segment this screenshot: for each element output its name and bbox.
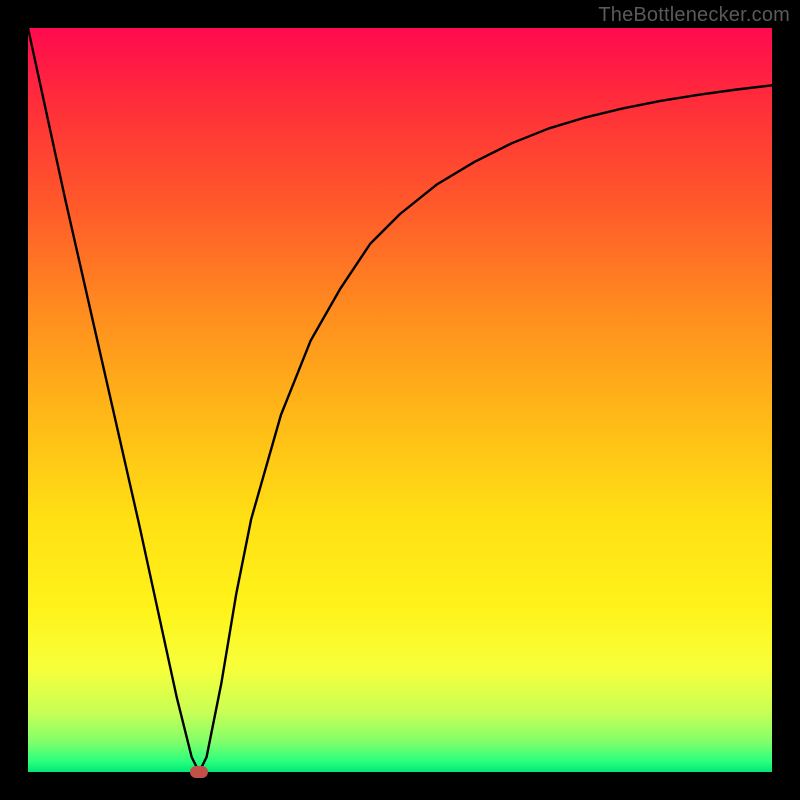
bottleneck-curve <box>28 28 772 772</box>
plot-area <box>28 28 772 772</box>
attribution-text: TheBottlenecker.com <box>598 4 790 27</box>
curve-svg <box>28 28 772 772</box>
chart-container: TheBottlenecker.com <box>0 0 800 800</box>
optimal-point-marker <box>190 766 208 778</box>
